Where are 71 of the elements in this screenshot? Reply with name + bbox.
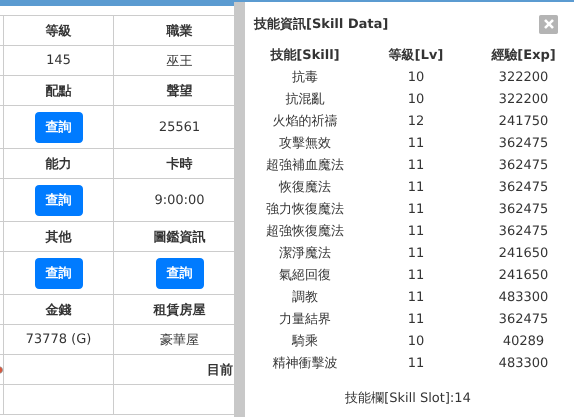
table-cell-text: 巫王 (166, 52, 192, 70)
table-cell-text: 恢復魔法 (278, 179, 332, 197)
column-header: 經驗[Exp] (490, 47, 557, 65)
table-cell-text: 11 (406, 355, 426, 373)
column-header: 配點 (46, 82, 72, 100)
table-cell-text: 12 (406, 113, 426, 131)
table-cell-text: 483300 (498, 289, 550, 307)
table-cell-text: 322200 (498, 69, 550, 87)
table-cell-text: 力量結界 (278, 311, 332, 329)
skill-slot-text: 技能欄[Skill Slot]:14 (345, 391, 471, 406)
table-cell-text: 362475 (498, 157, 550, 175)
table-cell-text: 362475 (498, 201, 550, 219)
table-cell-text: 362475 (498, 179, 550, 197)
table-cell-text: 氣絕回復 (278, 267, 332, 285)
table-cell-text: 10 (406, 69, 426, 87)
table-cell: 25561 (158, 120, 200, 134)
table-cell-text: 11 (406, 311, 426, 329)
table-cell-text: 11 (406, 245, 426, 263)
table-cell-text: 362475 (498, 135, 550, 153)
table-cell-text: 40289 (502, 333, 546, 351)
table-cell-text: 322200 (498, 91, 550, 109)
table-cell-text: 241650 (498, 245, 550, 263)
table-cell-text: 10 (406, 91, 426, 109)
query-button[interactable]: 查詢 (34, 112, 82, 142)
dialog-title: 技能資訊[Skill Data] (254, 16, 388, 33)
table-cell-text: 豪華屋 (160, 332, 199, 348)
table-cell-text: 潔淨魔法 (278, 245, 332, 263)
table-cell: 9:00:00 (154, 192, 205, 208)
table-cell-text: 11 (406, 135, 426, 153)
close-button[interactable] (539, 14, 558, 34)
column-header: 圖鑑資訊 (154, 228, 206, 246)
column-header: 技能[Skill] (269, 47, 341, 65)
table-cell-text: 11 (406, 179, 426, 197)
table-cell-text: 241650 (498, 267, 550, 285)
column-header: 能力 (46, 156, 72, 172)
table-cell-text: 精神衝擊波 (272, 355, 338, 373)
column-header: 其他 (46, 228, 72, 246)
table-cell-text: 抗混亂 (284, 91, 326, 109)
column-header: 租賃房屋 (154, 302, 206, 318)
table-cell-text: 362475 (498, 311, 550, 329)
table-cell-text: 11 (406, 289, 426, 307)
query-button[interactable]: 查詢 (34, 258, 82, 288)
query-button[interactable]: 查詢 (156, 258, 204, 288)
column-header: 金錢 (46, 302, 72, 318)
table-cell-text: 483300 (498, 355, 550, 373)
table-cell-text: 調教 (291, 289, 319, 307)
table-cell-text: 11 (406, 267, 426, 285)
table-cell: 73778 (G) (26, 332, 92, 347)
table-cell: 145 (46, 53, 71, 68)
badge-icon (0, 364, 3, 374)
table-cell-text: 11 (406, 201, 426, 219)
table-cell-text: 騎乘 (290, 333, 319, 351)
column-header: 等級[Lv] (388, 47, 444, 65)
table-cell-text: 362475 (498, 223, 550, 241)
column-header: 等級 (46, 22, 72, 40)
table-cell-text: 強力恢復魔法 (265, 201, 345, 219)
label: 目前 (207, 362, 233, 378)
table-cell-text: 11 (406, 157, 426, 175)
query-button[interactable]: 查詢 (34, 184, 82, 216)
table-cell-text: 超強恢復魔法 (265, 223, 345, 241)
table-cell-text: 11 (406, 223, 426, 241)
column-header: 職業 (166, 22, 192, 40)
column-header: 聲望 (166, 82, 192, 100)
table-cell-text: 超強補血魔法 (265, 157, 345, 175)
table-cell-text: 火焰的祈禱 (272, 113, 338, 131)
table-cell-text: 抗毒 (291, 69, 319, 87)
table-cell-text: 241750 (498, 113, 550, 131)
close-icon (544, 19, 554, 29)
table-cell-text: 10 (406, 333, 426, 351)
table-cell-text: 攻擊無效 (278, 135, 332, 153)
column-header: 卡時 (166, 156, 192, 172)
